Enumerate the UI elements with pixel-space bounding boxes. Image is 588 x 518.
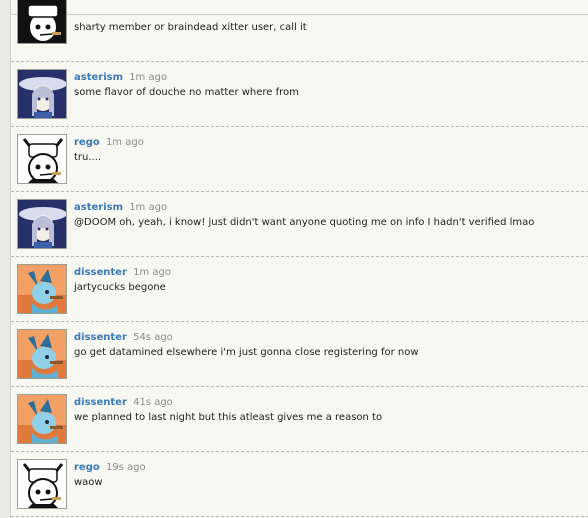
- message-text: jartycucks begone: [74, 282, 166, 293]
- message-timestamp: 1m ago: [105, 137, 144, 148]
- message-timestamp: 1m ago: [129, 72, 168, 83]
- username-link[interactable]: rego: [74, 462, 100, 473]
- message-meta: rego 19s ago: [74, 462, 146, 474]
- message-text: tru....: [74, 152, 102, 163]
- message-meta: asterism 1m ago: [74, 202, 167, 214]
- chat-message: rego 19s ago waow: [11, 451, 588, 517]
- gray-bunny-avatar-icon[interactable]: [17, 134, 67, 184]
- glaceon-cigar-avatar-icon[interactable]: [17, 394, 67, 444]
- username-link[interactable]: dissenter: [74, 332, 127, 343]
- message-timestamp: 54s ago: [133, 332, 173, 343]
- username-link[interactable]: dissenter: [74, 397, 127, 408]
- chat-message: sharty member or braindead xitter user, …: [11, 0, 588, 62]
- glaceon-cigar-avatar-icon[interactable]: [17, 264, 67, 314]
- message-text: go get datamined elsewhere i'm just gonn…: [74, 347, 419, 358]
- message-meta: asterism 1m ago: [74, 72, 167, 84]
- chat-message: asterism 1m ago @DOOM oh, yeah, i know! …: [11, 191, 588, 257]
- username-link[interactable]: rego: [74, 137, 100, 148]
- username-link[interactable]: dissenter: [74, 267, 127, 278]
- message-timestamp: 19s ago: [105, 462, 146, 473]
- anime-witch-avatar-icon[interactable]: [17, 69, 67, 119]
- chat-feed: sharty member or braindead xitter user, …: [10, 0, 588, 518]
- chat-message: dissenter 1m ago jartycucks begone: [11, 256, 588, 322]
- message-meta: dissenter 41s ago: [74, 397, 173, 409]
- chat-message: dissenter 41s ago we planned to last nig…: [11, 386, 588, 452]
- gray-bunny-avatar-icon[interactable]: [17, 459, 67, 509]
- message-meta: rego 1m ago: [74, 137, 144, 149]
- glaceon-cigar-avatar-icon[interactable]: [17, 329, 67, 379]
- message-text: @DOOM oh, yeah, i know! just didn't want…: [74, 217, 535, 228]
- message-meta: dissenter 1m ago: [74, 267, 171, 279]
- username-link[interactable]: asterism: [74, 72, 123, 83]
- anime-witch-avatar-icon[interactable]: [17, 199, 67, 249]
- message-timestamp: 1m ago: [133, 267, 171, 278]
- message-meta: [74, 0, 77, 12]
- message-text: some flavor of douche no matter where fr…: [74, 87, 299, 98]
- gray-bunny-avatar-icon[interactable]: [17, 0, 67, 44]
- message-timestamp: 41s ago: [133, 397, 173, 408]
- message-meta: dissenter 54s ago: [74, 332, 173, 344]
- username-link[interactable]: asterism: [74, 202, 123, 213]
- message-text: we planned to last night but this atleas…: [74, 412, 383, 423]
- message-timestamp: 1m ago: [129, 202, 168, 213]
- message-text: waow: [74, 477, 103, 488]
- chat-message: asterism 1m ago some flavor of douche no…: [11, 61, 588, 127]
- message-text: sharty member or braindead xitter user, …: [74, 22, 307, 33]
- chat-message: rego 1m ago tru....: [11, 126, 588, 192]
- chat-message: dissenter 54s ago go get datamined elsew…: [11, 321, 588, 387]
